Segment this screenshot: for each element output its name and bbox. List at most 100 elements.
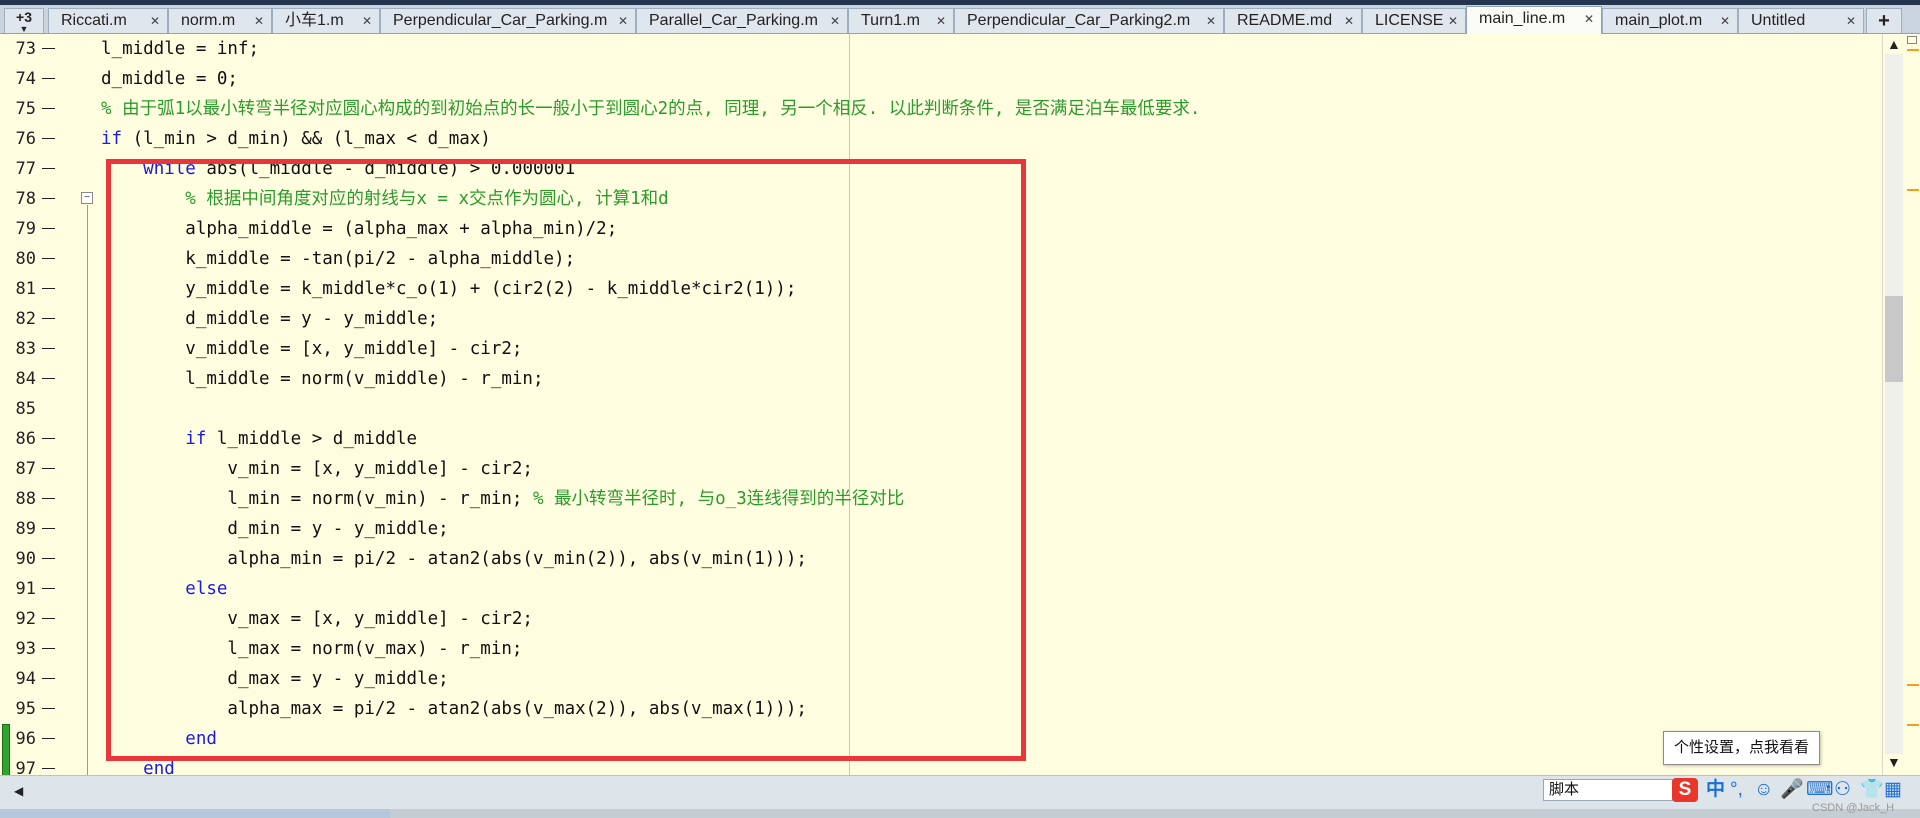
close-icon[interactable]: ✕	[617, 15, 629, 27]
ime-tooltip[interactable]: 个性设置，点我看看	[1663, 731, 1820, 765]
line-number: 86	[15, 429, 36, 449]
punctuation-icon[interactable]: °,	[1730, 778, 1743, 802]
breakpoint-marker[interactable]	[42, 678, 55, 679]
warning-marker[interactable]	[1907, 724, 1919, 726]
tab-label: Perpendicular_Car_Parking.m	[393, 12, 608, 29]
code-line: 75 % 由于弧1以最小转弯半径对应圆心构成的到初始点的长一般小于到圆心2的点,…	[0, 94, 1882, 124]
line-number: 90	[15, 549, 36, 569]
close-icon[interactable]: ✕	[1845, 15, 1857, 27]
tab-readme[interactable]: README.md ✕	[1224, 8, 1362, 33]
code-text: d_middle = 0;	[101, 69, 238, 89]
breakpoint-marker[interactable]	[42, 738, 55, 739]
tab-norm[interactable]: norm.m ✕	[168, 8, 272, 33]
breakpoint-marker[interactable]	[42, 588, 55, 589]
close-icon[interactable]: ✕	[1719, 15, 1731, 27]
breakpoint-marker[interactable]	[42, 288, 55, 289]
close-icon[interactable]: ✕	[935, 15, 947, 27]
line-number: 95	[15, 699, 36, 719]
more-tabs-label: +3	[16, 9, 32, 25]
tab-label: LICENSE	[1375, 12, 1444, 29]
breakpoint-marker[interactable]	[42, 348, 55, 349]
keyboard-icon[interactable]: ⌨	[1806, 778, 1833, 802]
breakpoint-marker[interactable]	[42, 138, 55, 139]
close-icon[interactable]: ✕	[1343, 15, 1355, 27]
scroll-down-icon[interactable]: ▼	[1887, 754, 1901, 770]
breakpoint-marker[interactable]	[42, 318, 55, 319]
close-icon[interactable]: ✕	[1205, 15, 1217, 27]
fold-guide-line	[87, 205, 88, 775]
breakpoint-marker[interactable]	[42, 198, 55, 199]
more-tabs-button[interactable]: +3 ▼	[4, 8, 44, 33]
tab-riccati[interactable]: Riccati.m ✕	[48, 8, 168, 33]
breakpoint-marker[interactable]	[42, 468, 55, 469]
breakpoint-marker[interactable]	[42, 258, 55, 259]
tab-untitled[interactable]: Untitled ✕	[1738, 8, 1864, 33]
line-number: 73	[15, 39, 36, 59]
tab-perpendicular-car-parking[interactable]: Perpendicular_Car_Parking.m ✕	[380, 8, 636, 33]
close-icon[interactable]: ✕	[361, 15, 373, 27]
breakpoint-marker[interactable]	[42, 228, 55, 229]
vertical-scrollbar[interactable]: ▲ ▼	[1882, 34, 1920, 775]
breakpoint-marker[interactable]	[42, 168, 55, 169]
tab-license[interactable]: LICENSE ✕	[1362, 8, 1466, 33]
code-editor[interactable]: 73 l_middle = inf; 74 d_middle = 0; 75 %…	[0, 34, 1882, 775]
warning-marker[interactable]	[1907, 49, 1919, 51]
code-text: if (l_min > d_min) && (l_max < d_max)	[101, 129, 491, 149]
tab-perpendicular-car-parking2[interactable]: Perpendicular_Car_Parking2.m ✕	[954, 8, 1224, 33]
tab-parallel-car-parking[interactable]: Parallel_Car_Parking.m ✕	[636, 8, 848, 33]
emoji-icon[interactable]: ☺	[1754, 778, 1773, 802]
close-icon[interactable]: ✕	[149, 15, 161, 27]
sogou-logo-icon[interactable]: S	[1672, 778, 1698, 802]
breakpoint-marker[interactable]	[42, 708, 55, 709]
line-number: 77	[15, 159, 36, 179]
line-number: 84	[15, 369, 36, 389]
line-number: 93	[15, 639, 36, 659]
breakpoint-marker[interactable]	[42, 528, 55, 529]
scrollbar-thumb[interactable]	[1885, 296, 1903, 382]
close-icon[interactable]: ✕	[1447, 15, 1459, 27]
breakpoint-marker[interactable]	[42, 498, 55, 499]
tab-label: norm.m	[181, 12, 236, 29]
add-tab-button[interactable]: +	[1866, 8, 1902, 33]
breakpoint-marker[interactable]	[42, 558, 55, 559]
tab-main-plot[interactable]: main_plot.m ✕	[1602, 8, 1738, 33]
breakpoint-marker[interactable]	[42, 378, 55, 379]
breakpoint-marker[interactable]	[42, 648, 55, 649]
line-number: 87	[15, 459, 36, 479]
breakpoint-marker[interactable]	[42, 438, 55, 439]
line-number: 76	[15, 129, 36, 149]
user-icon[interactable]: ⚇	[1834, 778, 1851, 802]
close-icon[interactable]: ✕	[253, 15, 265, 27]
breakpoint-marker[interactable]	[42, 78, 55, 79]
line-number: 89	[15, 519, 36, 539]
tab-main-line[interactable]: main_line.m ✕	[1466, 6, 1602, 34]
breakpoint-marker[interactable]	[42, 618, 55, 619]
status-file-type: 脚本	[1543, 779, 1673, 801]
keyword: if	[101, 129, 123, 149]
tab-label: Riccati.m	[61, 12, 127, 29]
plus-icon: +	[1878, 10, 1890, 32]
breakpoint-marker[interactable]	[42, 108, 55, 109]
tab-turn1[interactable]: Turn1.m ✕	[848, 8, 954, 33]
keyword: end	[143, 759, 175, 775]
breakpoint-marker[interactable]	[42, 768, 55, 769]
warning-marker[interactable]	[1907, 189, 1919, 191]
scrollbar-track[interactable]	[1885, 54, 1903, 754]
code-analyzer-indicator[interactable]	[1907, 36, 1917, 44]
toolbox-icon[interactable]: ▦	[1884, 778, 1902, 802]
scroll-left-icon[interactable]: ◀	[14, 784, 23, 798]
skin-icon[interactable]: 👕	[1860, 778, 1884, 802]
warning-marker[interactable]	[1907, 684, 1919, 686]
close-icon[interactable]: ✕	[829, 15, 841, 27]
line-number: 82	[15, 309, 36, 329]
line-number: 83	[15, 339, 36, 359]
chinese-mode-icon[interactable]: 中	[1706, 778, 1725, 802]
microphone-icon[interactable]: 🎤	[1780, 778, 1804, 802]
scroll-up-icon[interactable]: ▲	[1887, 36, 1901, 52]
fold-collapse-icon[interactable]: −	[81, 192, 93, 204]
breakpoint-marker[interactable]	[42, 48, 55, 49]
close-icon[interactable]: ✕	[1583, 13, 1595, 25]
line-number: 85	[15, 399, 36, 419]
tab-label: README.md	[1237, 12, 1333, 29]
tab-xiaoche1[interactable]: 小车1.m ✕	[272, 8, 380, 33]
